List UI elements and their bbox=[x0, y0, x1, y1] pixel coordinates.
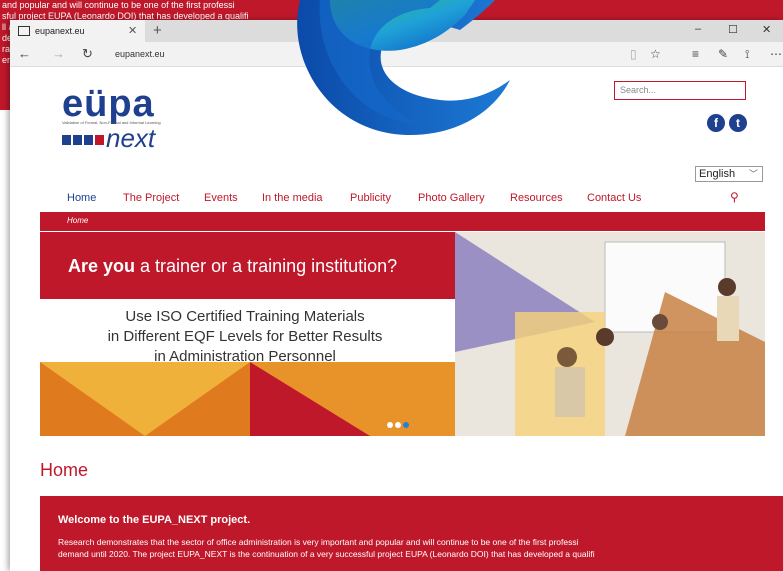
back-icon[interactable]: ← bbox=[18, 46, 31, 61]
breadcrumb-home[interactable]: Home bbox=[67, 216, 88, 225]
refresh-icon[interactable]: ↻ bbox=[82, 46, 93, 62]
reading-view-icon[interactable]: ▯ bbox=[630, 47, 637, 61]
welcome-text: Research demonstrates that the sector of… bbox=[58, 537, 595, 559]
site-logo[interactable]: eüpa Validation of Formal, Non-Formal an… bbox=[62, 84, 161, 151]
banner-headline: Are you a trainer or a training institut… bbox=[68, 256, 398, 276]
training-photo bbox=[455, 232, 765, 436]
chevron-down-icon: ﹀ bbox=[748, 169, 758, 179]
logo-next: next bbox=[106, 123, 156, 153]
tab-favicon-icon bbox=[18, 26, 30, 36]
web-note-icon[interactable]: ✎ bbox=[718, 47, 728, 61]
language-value: English bbox=[699, 168, 736, 180]
slider-dot[interactable] bbox=[395, 422, 401, 428]
share-icon[interactable]: ⟟ bbox=[745, 47, 749, 62]
window-close-icon[interactable]: ✕ bbox=[762, 23, 771, 36]
site-search-input[interactable]: Search... bbox=[614, 81, 746, 100]
tab-close-icon[interactable]: ✕ bbox=[128, 24, 137, 37]
nav-publicity[interactable]: Publicity bbox=[350, 192, 391, 204]
slider-dot[interactable] bbox=[387, 422, 393, 428]
welcome-title: Welcome to the EUPA_NEXT project. bbox=[58, 514, 251, 526]
nav-contact-us[interactable]: Contact Us bbox=[587, 192, 641, 204]
maximize-icon[interactable]: ☐ bbox=[728, 23, 738, 36]
hero-banner[interactable]: Are you a trainer or a training institut… bbox=[40, 232, 765, 436]
slider-dot-active[interactable] bbox=[403, 422, 409, 428]
tab-title: eupanext.eu bbox=[35, 26, 85, 36]
hub-icon[interactable]: ≡ bbox=[692, 47, 699, 61]
language-select[interactable]: English ﹀ bbox=[695, 166, 763, 182]
page-title: Home bbox=[40, 460, 89, 480]
nav-events[interactable]: Events bbox=[204, 192, 238, 204]
browser-tab[interactable]: eupanext.eu ✕ bbox=[10, 20, 145, 42]
minimize-icon[interactable]: – bbox=[695, 23, 701, 35]
nav-photo-gallery[interactable]: Photo Gallery bbox=[418, 192, 485, 204]
facebook-icon[interactable]: f bbox=[707, 114, 725, 132]
nav-search-icon[interactable]: ⚲ bbox=[730, 190, 739, 204]
favorite-icon[interactable]: ☆ bbox=[650, 47, 661, 61]
new-tab-icon[interactable]: + bbox=[153, 22, 162, 39]
nav-the-project[interactable]: The Project bbox=[123, 192, 179, 204]
banner-photo bbox=[455, 232, 765, 436]
forward-icon[interactable]: → bbox=[52, 46, 65, 61]
edge-logo-icon bbox=[297, 0, 510, 135]
url-field[interactable]: eupanext.eu bbox=[115, 49, 165, 59]
slider-dots[interactable] bbox=[387, 415, 411, 433]
nav-in-the-media[interactable]: In the media bbox=[262, 192, 323, 204]
welcome-panel: Welcome to the EUPA_NEXT project. Resear… bbox=[40, 496, 783, 571]
nav-home[interactable]: Home bbox=[67, 192, 96, 204]
twitter-icon[interactable]: t bbox=[729, 114, 747, 132]
nav-resources[interactable]: Resources bbox=[510, 192, 563, 204]
breadcrumb: Home bbox=[40, 212, 765, 231]
more-icon[interactable]: ⋯ bbox=[770, 47, 782, 61]
banner-subtext: Use ISO Certified Training Materials in … bbox=[107, 308, 383, 365]
logo-bars-icon bbox=[62, 135, 104, 145]
logo-eupa: eüpa bbox=[62, 83, 155, 125]
